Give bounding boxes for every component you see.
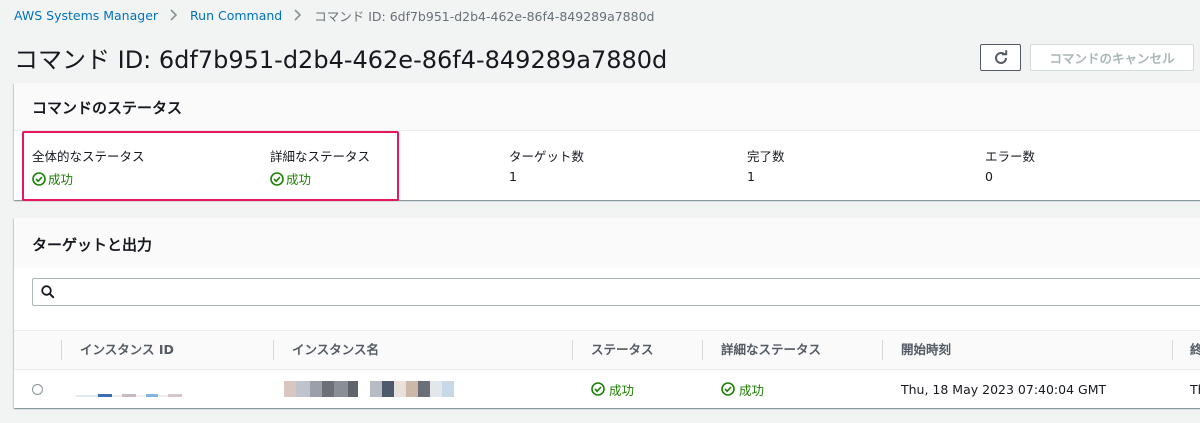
completed-count-label: 完了数 [747,149,785,164]
column-end-time[interactable]: 終 [1190,331,1200,369]
row-status-text: 成功 [609,382,635,398]
column-divider [1172,340,1173,360]
chevron-right-icon [294,9,302,21]
success-check-icon [591,382,607,396]
error-count-value: 0 [985,169,993,184]
redacted-instance-id [76,370,182,408]
column-instance-name[interactable]: インスタンス名 [292,331,379,369]
column-divider [61,340,62,360]
command-status-header: コマンドのステータス [14,83,1200,131]
targets-output-panel: ターゲットと出力 インスタンス ID インスタンス名 ステータス 詳細なステータ… [14,218,1200,408]
target-count-value: 1 [509,169,517,184]
column-divider [572,340,573,360]
redacted-instance-name [284,370,454,408]
refresh-button[interactable] [980,44,1021,71]
table-header: インスタンス ID インスタンス名 ステータス 詳細なステータス 開始時刻 終 [14,330,1200,370]
success-check-icon [721,382,737,396]
table-row[interactable]: 成功 成功 Thu, 18 May 2023 07:40:04 GMT Th [14,370,1200,408]
breadcrumb-current: コマンド ID: 6df7b951-d2b4-462e-86f4-849289a… [314,8,655,24]
search-icon [41,285,55,299]
row-status: 成功 [591,370,634,408]
row-detailed-status: 成功 [721,370,764,408]
cancel-command-button[interactable]: コマンドのキャンセル [1030,44,1194,71]
column-start-time[interactable]: 開始時刻 [901,331,951,369]
column-instance-id[interactable]: インスタンス ID [80,331,174,369]
breadcrumb: AWS Systems Manager Run Command コマンド ID:… [14,6,654,24]
highlight-annotation-box [22,131,399,201]
column-divider [273,340,274,360]
target-count-label: ターゲット数 [509,149,585,164]
column-status[interactable]: ステータス [591,331,654,369]
breadcrumb-systems-manager[interactable]: AWS Systems Manager [14,8,158,23]
completed-count-value: 1 [747,169,755,184]
error-count: エラー数 0 [985,146,1035,184]
row-detailed-status-text: 成功 [739,382,765,398]
search-input[interactable] [32,278,1200,306]
page-title: コマンド ID: 6df7b951-d2b4-462e-86f4-849289a… [14,46,668,74]
row-start-time: Thu, 18 May 2023 07:40:04 GMT [901,381,1107,397]
column-divider [882,340,883,360]
row-select-radio[interactable] [32,370,43,408]
breadcrumb-run-command[interactable]: Run Command [190,8,282,23]
targets-output-header: ターゲットと出力 [14,218,1200,268]
column-divider [702,340,703,360]
chevron-right-icon [170,9,178,21]
target-count: ターゲット数 1 [509,146,584,184]
radio-button[interactable] [32,383,43,395]
row-end-time: Th [1190,381,1200,397]
column-detailed-status[interactable]: 詳細なステータス [721,331,821,369]
refresh-icon [993,49,1009,66]
completed-count: 完了数 1 [747,146,785,184]
error-count-label: エラー数 [985,149,1036,164]
